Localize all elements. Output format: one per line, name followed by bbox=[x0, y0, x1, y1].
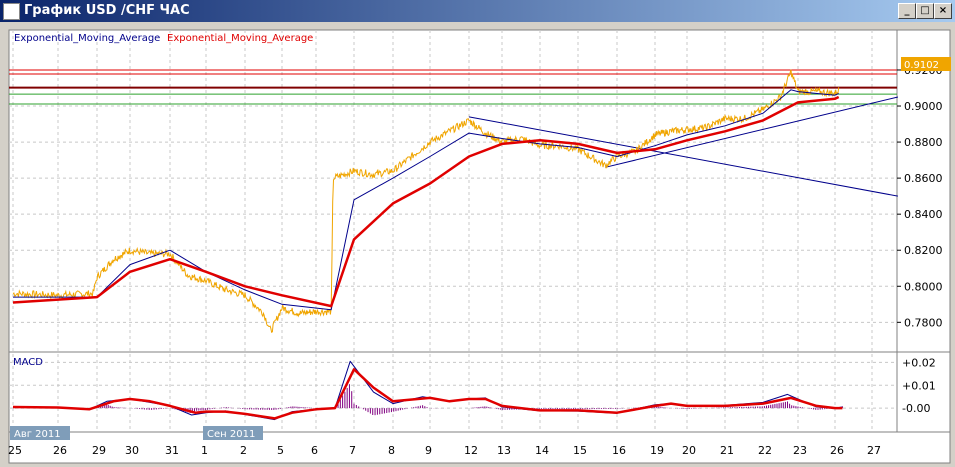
x-tick-label: 27 bbox=[867, 444, 881, 457]
month-label: Авг 2011 bbox=[14, 429, 61, 440]
x-tick-label: 5 bbox=[277, 444, 284, 457]
x-tick-label: 15 bbox=[573, 444, 587, 457]
x-tick-label: 8 bbox=[388, 444, 395, 457]
x-tick-label: 22 bbox=[758, 444, 772, 457]
x-tick-label: 29 bbox=[92, 444, 106, 457]
x-tick-label: 2 bbox=[240, 444, 247, 457]
month-label: Сен 2011 bbox=[207, 429, 255, 440]
macd-y-tick-label: +0.02 bbox=[902, 356, 936, 369]
maximize-button[interactable]: □ bbox=[916, 3, 934, 19]
minimize-button[interactable]: _ bbox=[898, 3, 916, 19]
x-tick-label: 30 bbox=[125, 444, 139, 457]
y-tick-label: 0.9000 bbox=[904, 100, 943, 113]
x-tick-label: 9 bbox=[425, 444, 432, 457]
x-tick-label: 13 bbox=[497, 444, 511, 457]
x-tick-label: 21 bbox=[720, 444, 734, 457]
x-tick-label: 23 bbox=[793, 444, 807, 457]
x-tick-label: 6 bbox=[311, 444, 318, 457]
y-tick-label: 0.8400 bbox=[904, 208, 943, 221]
window-title: График USD /CHF ЧАС bbox=[24, 3, 190, 18]
macd-y-tick-label: -0.00 bbox=[902, 402, 930, 415]
x-tick-label: 16 bbox=[612, 444, 626, 457]
y-tick-label: 0.7800 bbox=[904, 316, 943, 329]
y-tick-label: 0.8800 bbox=[904, 136, 943, 149]
x-tick-label: 26 bbox=[53, 444, 67, 457]
close-button[interactable]: × bbox=[934, 3, 952, 19]
x-tick-label: 26 bbox=[830, 444, 844, 457]
y-tick-label: 0.8200 bbox=[904, 244, 943, 257]
macd-label: MACD bbox=[13, 357, 43, 368]
y-tick-label: 0.8600 bbox=[904, 172, 943, 185]
price-chart[interactable]: 25 26 29 30 31 1 2 5 6 7 8 9 12 13 14 15 16 19 20 21 22 23 26 2… bbox=[0, 22, 955, 467]
macd-y-tick-label: +0.01 bbox=[902, 379, 936, 392]
legend-ema-fast: Exponential_Moving_Average bbox=[14, 33, 160, 44]
x-tick-label: 25 bbox=[8, 444, 22, 457]
x-tick-label: 20 bbox=[682, 444, 696, 457]
y-tick-label: 0.8000 bbox=[904, 280, 943, 293]
current-price: 0.9102 bbox=[904, 60, 939, 71]
x-tick-label: 12 bbox=[464, 444, 478, 457]
x-tick-label: 19 bbox=[650, 444, 664, 457]
x-tick-label: 14 bbox=[535, 444, 549, 457]
x-tick-label: 7 bbox=[349, 444, 356, 457]
x-tick-label: 1 bbox=[201, 444, 208, 457]
chart-app-icon bbox=[3, 3, 20, 20]
title-bar: График USD /CHF ЧАС _ □ × bbox=[0, 0, 955, 22]
legend-ema-slow: Exponential_Moving_Average bbox=[167, 33, 313, 44]
x-tick-label: 31 bbox=[165, 444, 179, 457]
